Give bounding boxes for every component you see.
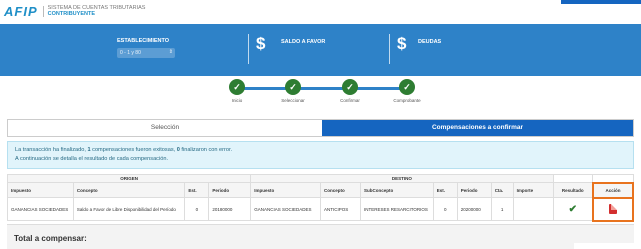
col-subconcepto: SubConcepto (359, 182, 434, 198)
cell-cta: 1 (490, 197, 514, 221)
check-icon: ✔ (568, 203, 577, 215)
tab-compensaciones-a-confirmar[interactable]: Compensaciones a confirmar (322, 120, 633, 136)
group-origen: ORIGEN (6, 174, 252, 183)
step-seleccionar: ✓ Seleccionar (273, 79, 313, 103)
step-label: Seleccionar (281, 98, 305, 103)
table-row: GANANCIAS SOCIEDADES Saldo a Favor de Li… (7, 196, 635, 222)
cell-resultado: ✔ (552, 197, 594, 221)
check-icon: ✓ (399, 79, 415, 95)
step-confirmar: ✓ Confirmar (330, 79, 370, 103)
info-text: compensaciones fueron exitosas, (90, 147, 177, 153)
logo-text: SISTEMA DE CUENTAS TRIBUTARIAS CONTRIBUY… (42, 5, 145, 17)
step-label: Inicio (231, 98, 243, 103)
cell-periodo-destino: 20200000 (456, 197, 492, 221)
cell-accion (591, 196, 635, 222)
check-icon: ✓ (342, 79, 358, 95)
group-destino: DESTINO (250, 174, 554, 183)
col-impuesto-destino: Impuesto (250, 182, 322, 198)
total-value-box (574, 243, 634, 249)
col-impuesto: Impuesto (7, 182, 74, 198)
top-header: AFIP SISTEMA DE CUENTAS TRIBUTARIAS CONT… (0, 0, 641, 24)
saldo-a-favor-label: SALDO A FAVOR (281, 39, 326, 45)
logo-mark: AFIP (4, 4, 38, 19)
step-label: Confirmar (340, 98, 360, 103)
total-section: Total a compensar: (7, 224, 634, 249)
result-info-alert: La transacción ha finalizado, 1 compensa… (7, 141, 634, 169)
deudas-label: DEUDAS (418, 39, 442, 45)
afip-logo[interactable]: AFIP SISTEMA DE CUENTAS TRIBUTARIAS CONT… (4, 4, 145, 19)
progress-stepper: ✓ Inicio ✓ Seleccionar ✓ Confirmar ✓ Com… (0, 76, 641, 118)
step-comprobante: ✓ Comprobante (387, 79, 427, 103)
establecimiento-label: ESTABLECIMIENTO (117, 38, 170, 44)
cell-periodo: 20180000 (208, 197, 252, 221)
dollar-icon: $ (397, 34, 407, 53)
col-cta: Cta. (490, 182, 514, 198)
cell-est-destino: 0 (432, 197, 458, 221)
band-divider (248, 34, 249, 64)
cell-concepto: Saldo a Favor de Libre Disponibilidad de… (72, 197, 186, 221)
cell-importe (512, 197, 554, 221)
cell-est: 0 (184, 197, 210, 221)
col-importe: Importe (512, 182, 554, 198)
col-est-destino: Est. (432, 182, 458, 198)
compensation-results-table: ORIGEN DESTINO Impuesto Concepto Est. Pe… (6, 174, 635, 222)
col-est: Est. (184, 182, 210, 198)
establecimiento-select[interactable]: 0 - 1 y 80 ⇕ (117, 48, 175, 58)
establecimiento-value: 0 - 1 y 80 (120, 50, 141, 56)
cell-concepto-destino: ANTICIPOS (320, 197, 361, 221)
check-icon: ✓ (285, 79, 301, 95)
corner-accent-bar (561, 0, 641, 4)
table-header-row: Impuesto Concepto Est. Periodo Impuesto … (7, 181, 635, 199)
total-label: Total a compensar: (14, 234, 87, 243)
info-line-1: La transacción ha finalizado, 1 compensa… (15, 146, 626, 155)
chevron-down-icon: ⇕ (168, 49, 173, 55)
info-text: La transacción ha finalizado, (15, 147, 88, 153)
tab-bar: Selección Compensaciones a confirmar (7, 119, 634, 137)
stepper-line (237, 87, 407, 90)
tab-seleccion[interactable]: Selección (8, 120, 322, 136)
step-inicio: ✓ Inicio (217, 79, 257, 103)
info-text: finalizaron con error. (179, 147, 233, 153)
pdf-icon[interactable] (608, 203, 617, 214)
col-resultado: Resultado (552, 182, 594, 198)
cell-impuesto: GANANCIAS SOCIEDADES (7, 197, 74, 221)
col-periodo-destino: Periodo (456, 182, 492, 198)
summary-band: ESTABLECIMIENTO 0 - 1 y 80 ⇕ $ SALDO A F… (0, 24, 641, 76)
dollar-icon: $ (256, 34, 266, 53)
cell-subconcepto: INTERESES RESARCITORIOS (359, 197, 434, 221)
table-group-header: ORIGEN DESTINO (6, 174, 634, 183)
info-line-2: A continuación se detalla el resultado d… (15, 156, 168, 162)
group-spacer (592, 174, 634, 183)
group-spacer (552, 174, 594, 183)
col-concepto: Concepto (72, 182, 186, 198)
col-accion: Acción (591, 181, 635, 199)
cell-impuesto-destino: GANANCIAS SOCIEDADES (250, 197, 322, 221)
system-subtitle: CONTRIBUYENTE (47, 10, 95, 17)
band-divider (389, 34, 390, 64)
step-label: Comprobante (393, 98, 421, 103)
col-periodo: Periodo (208, 182, 252, 198)
col-concepto-destino: Concepto (320, 182, 361, 198)
check-icon: ✓ (229, 79, 245, 95)
